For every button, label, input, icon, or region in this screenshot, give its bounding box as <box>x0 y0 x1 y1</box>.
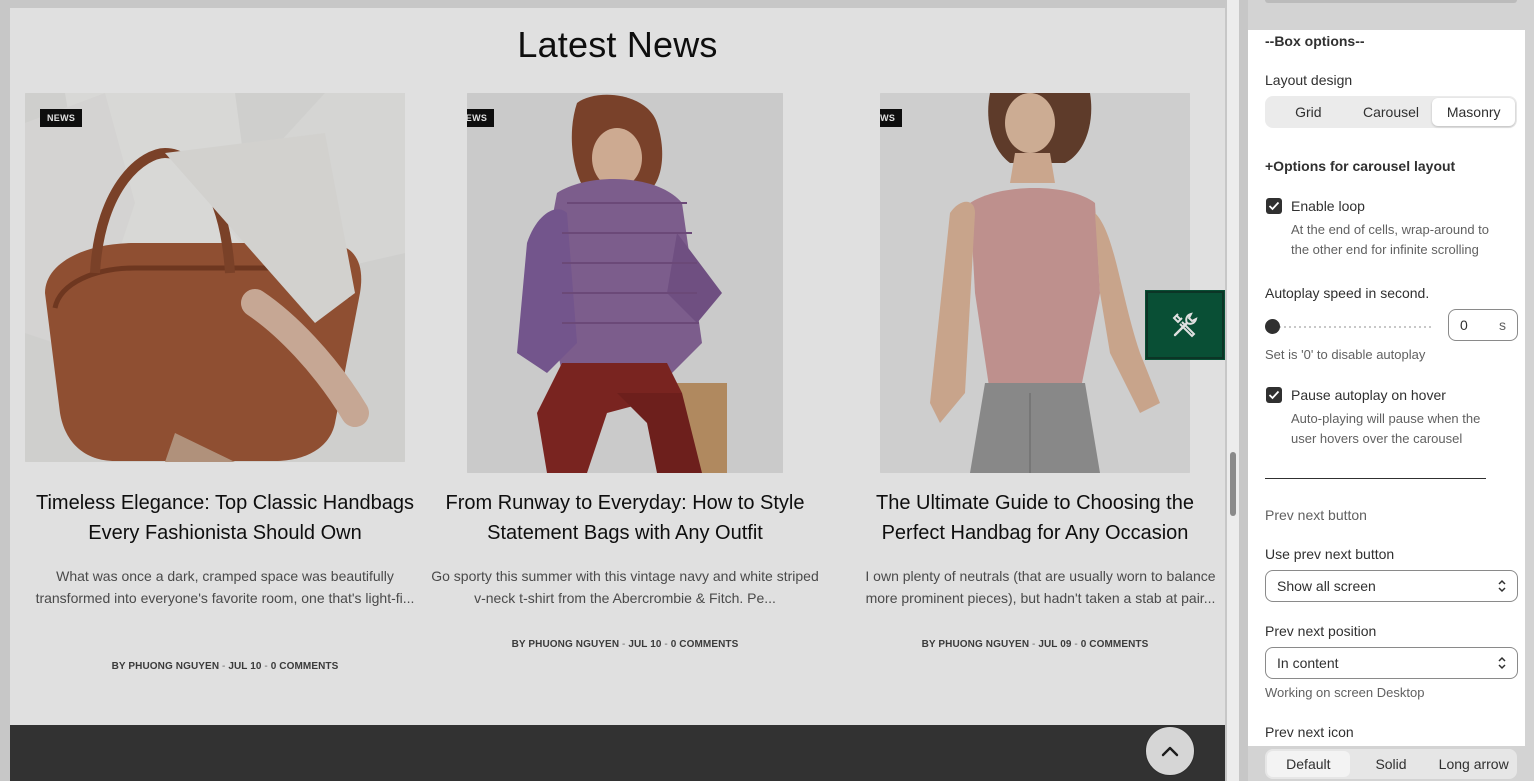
prev-next-position-select[interactable]: In content <box>1265 647 1518 679</box>
enable-loop-label[interactable]: Enable loop <box>1291 198 1365 214</box>
blog-card-image[interactable]: NEWS <box>467 93 783 473</box>
theme-preview: Latest News NEWS Timeless Elegance: Top … <box>0 0 1248 781</box>
tools-icon <box>1172 312 1198 338</box>
author: BY PHUONG NGUYEN <box>111 661 220 672</box>
blog-card-meta: BY PHUONG NGUYEN - JUL 10 - 0 COMMENTS <box>111 661 339 672</box>
camisole-image-icon <box>880 93 1190 473</box>
blog-card-image[interactable]: NEWS <box>880 93 1190 473</box>
panel-top-strip <box>1265 0 1517 3</box>
icon-option-default[interactable]: Default <box>1267 751 1350 777</box>
layout-design-label: Layout design <box>1265 72 1353 88</box>
preview-canvas: Latest News NEWS Timeless Elegance: Top … <box>10 8 1225 781</box>
blog-card-excerpt: I own plenty of neutrals (that are usual… <box>865 568 1216 606</box>
date: JUL 10 <box>228 661 262 672</box>
icon-option-solid[interactable]: Solid <box>1350 751 1433 777</box>
blog-card-excerpt: What was once a dark, cramped space was … <box>35 568 415 606</box>
prev-next-icon-label: Prev next icon <box>1265 724 1354 740</box>
checkmark-icon <box>1268 201 1280 211</box>
settings-panel: --Box options-- Layout design Grid Carou… <box>1248 0 1534 781</box>
box-options-heading: --Box options-- <box>1265 33 1365 49</box>
autoplay-slider-track[interactable] <box>1274 326 1432 328</box>
use-prev-next-select[interactable]: Show all screen <box>1265 570 1518 602</box>
layout-design-segmented[interactable]: Grid Carousel Masonry <box>1265 96 1517 128</box>
autoplay-speed-label: Autoplay speed in second. <box>1265 285 1430 301</box>
scroll-to-top-button[interactable] <box>1145 726 1195 776</box>
layout-option-grid[interactable]: Grid <box>1267 98 1350 126</box>
layout-option-carousel[interactable]: Carousel <box>1350 98 1433 126</box>
news-badge: NEWS <box>467 109 495 127</box>
scrollbar-thumb[interactable] <box>1230 452 1236 516</box>
blog-card-meta: BY PHUONG NGUYEN - JUL 10 - 0 COMMENTS <box>511 639 739 650</box>
pause-on-hover-label[interactable]: Pause autoplay on hover <box>1291 387 1446 403</box>
handbag-image-icon <box>25 93 405 462</box>
date: JUL 09 <box>1038 639 1072 650</box>
puffer-jacket-image-icon <box>467 93 783 473</box>
blog-card-title[interactable]: Timeless Elegance: Top Classic Handbags … <box>25 488 425 548</box>
blog-card-title[interactable]: From Runway to Everyday: How to Style St… <box>425 488 825 548</box>
prev-next-position-label: Prev next position <box>1265 623 1377 639</box>
date: JUL 10 <box>628 639 662 650</box>
news-badge: NEWS <box>40 109 83 127</box>
autoplay-slider-knob[interactable] <box>1265 319 1280 334</box>
news-badge: NEWS <box>880 109 903 127</box>
use-prev-next-label: Use prev next button <box>1265 546 1395 562</box>
autoplay-help: Set is '0' to disable autoplay <box>1265 347 1426 362</box>
select-arrows-icon <box>1498 656 1506 670</box>
blog-card-excerpt: Go sporty this summer with this vintage … <box>431 568 819 606</box>
comments-count: 0 COMMENTS <box>270 661 339 672</box>
layout-option-masonry[interactable]: Masonry <box>1432 98 1516 126</box>
enable-loop-checkbox[interactable] <box>1266 198 1282 214</box>
pause-on-hover-checkbox[interactable] <box>1266 387 1282 403</box>
pause-on-hover-help: Auto-playing will pause when the user ho… <box>1291 411 1481 446</box>
enable-loop-help: At the end of cells, wrap-around to the … <box>1291 222 1490 257</box>
section-divider <box>1265 478 1486 479</box>
author: BY PHUONG NGUYEN <box>511 639 620 650</box>
select-arrows-icon <box>1498 579 1506 593</box>
chevron-up-icon <box>1161 746 1179 757</box>
settings-panel-content: --Box options-- Layout design Grid Carou… <box>1248 30 1525 746</box>
carousel-options-heading: +Options for carousel layout <box>1265 158 1456 174</box>
blog-card-title[interactable]: The Ultimate Guide to Choosing the Perfe… <box>835 488 1235 548</box>
blog-card-image[interactable]: NEWS <box>25 93 405 462</box>
icon-option-long-arrow[interactable]: Long arrow <box>1432 751 1515 777</box>
blog-card-meta: BY PHUONG NGUYEN - JUL 09 - 0 COMMENTS <box>921 639 1149 650</box>
section-title: Latest News <box>517 24 718 65</box>
working-screen-note: Working on screen Desktop <box>1265 685 1425 700</box>
comments-count: 0 COMMENTS <box>670 639 739 650</box>
author: BY PHUONG NGUYEN <box>921 639 1030 650</box>
checkmark-icon <box>1268 390 1280 400</box>
comments-count: 0 COMMENTS <box>1080 639 1149 650</box>
prev-next-heading: Prev next button <box>1265 507 1367 523</box>
footer-bar <box>10 725 1225 781</box>
preview-scrollbar[interactable] <box>1227 0 1239 781</box>
autoplay-speed-input[interactable]: 0 s <box>1448 309 1518 341</box>
theme-tools-button[interactable] <box>1145 290 1225 360</box>
prev-next-icon-segmented[interactable]: Default Solid Long arrow <box>1265 749 1517 779</box>
